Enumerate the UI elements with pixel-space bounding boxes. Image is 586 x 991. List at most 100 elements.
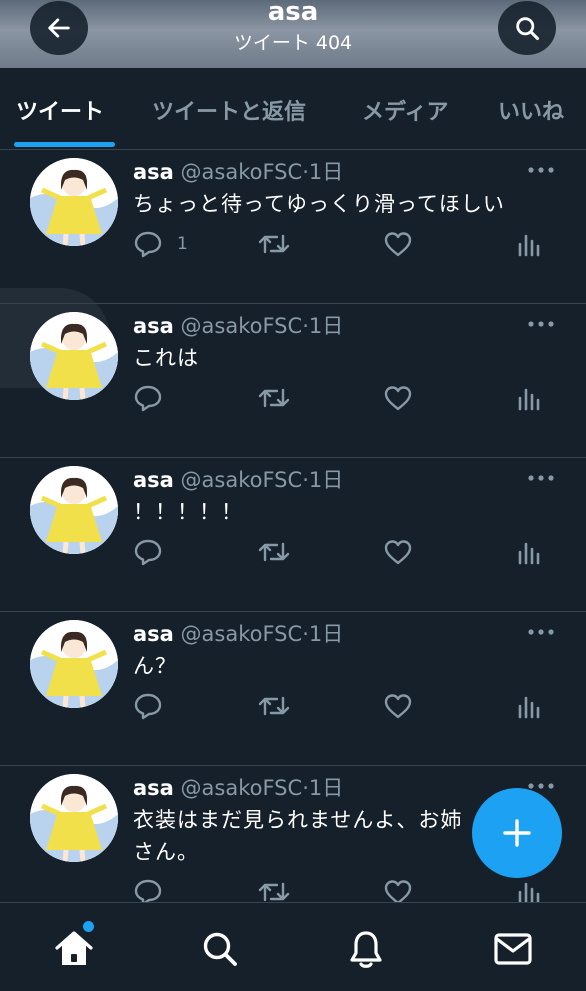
tweet-author-handle[interactable]: @asakoFSC xyxy=(181,622,303,646)
reply-count: 1 xyxy=(177,234,188,254)
tweet-feed[interactable]: asa @asakoFSC·1日 ちょっと待ってゆっくり滑ってほしい 1 asa… xyxy=(0,150,586,902)
bar-chart-icon xyxy=(518,542,540,565)
search-icon xyxy=(203,932,237,966)
tweet-time[interactable]: 1日 xyxy=(309,160,343,184)
retweet-button[interactable] xyxy=(257,230,291,258)
nav-explore[interactable] xyxy=(198,927,242,971)
search-icon xyxy=(516,17,540,41)
avatar[interactable] xyxy=(30,620,118,708)
reply-button[interactable] xyxy=(133,692,177,720)
tweet-separator: · xyxy=(302,160,309,184)
tweet-author-handle[interactable]: @asakoFSC xyxy=(181,468,303,492)
retweet-button[interactable] xyxy=(257,878,291,902)
tweet-author-name[interactable]: asa xyxy=(133,776,174,800)
like-button[interactable] xyxy=(383,538,413,566)
search-button[interactable] xyxy=(498,1,556,55)
tweet-item[interactable]: asa @asakoFSC·1日 ちょっと待ってゆっくり滑ってほしい 1 xyxy=(0,150,586,304)
heart-icon xyxy=(384,694,412,719)
nav-home[interactable] xyxy=(52,927,96,971)
tweet-item[interactable]: asa @asakoFSC·1日 ん？ xyxy=(0,612,586,766)
avatar[interactable] xyxy=(30,312,118,400)
mail-icon xyxy=(494,933,532,965)
retweet-button[interactable] xyxy=(257,538,291,566)
compose-tweet-button[interactable] xyxy=(472,788,562,878)
profile-header: asa ツイート 404 xyxy=(0,0,586,68)
tweet-item[interactable]: asa @asakoFSC·1日 ！！！！！ xyxy=(0,458,586,612)
tweet-header: asa @asakoFSC·1日 xyxy=(133,156,343,186)
tweet-author-name[interactable]: asa xyxy=(133,468,174,492)
tweet-time[interactable]: 1日 xyxy=(309,776,343,800)
retweet-icon xyxy=(258,882,290,902)
more-dots-icon xyxy=(528,321,554,327)
like-button[interactable] xyxy=(383,878,413,902)
like-button[interactable] xyxy=(383,692,413,720)
active-tab-indicator xyxy=(14,142,115,147)
heart-icon xyxy=(384,880,412,902)
bar-chart-icon xyxy=(518,696,540,719)
reply-button[interactable] xyxy=(133,878,177,902)
tweet-header: asa @asakoFSC·1日 xyxy=(133,310,343,340)
avatar[interactable] xyxy=(30,466,118,554)
reply-button[interactable] xyxy=(133,384,177,412)
stats-button[interactable] xyxy=(516,538,544,566)
tweet-time[interactable]: 1日 xyxy=(309,314,343,338)
tab-media[interactable]: メディア xyxy=(362,94,448,126)
tweet-header: asa @asakoFSC·1日 xyxy=(133,772,343,802)
home-icon xyxy=(55,931,93,965)
avatar[interactable] xyxy=(30,158,118,246)
profile-tabs: ツイート ツイートと返信 メディア いいね xyxy=(0,68,586,150)
reply-button[interactable] xyxy=(133,538,177,566)
tweet-author-handle[interactable]: @asakoFSC xyxy=(181,776,303,800)
reply-icon xyxy=(134,879,162,902)
reply-icon xyxy=(134,385,162,412)
tweet-author-handle[interactable]: @asakoFSC xyxy=(181,160,303,184)
tweet-author-handle[interactable]: @asakoFSC xyxy=(181,314,303,338)
retweet-icon xyxy=(258,234,290,254)
tab-likes[interactable]: いいね xyxy=(498,94,564,126)
tweet-more-button[interactable] xyxy=(526,468,556,487)
tweet-text: これは xyxy=(133,346,199,370)
more-dots-icon xyxy=(528,475,554,481)
nav-notifications[interactable] xyxy=(344,927,388,971)
home-unread-dot xyxy=(83,921,94,932)
tweet-more-button[interactable] xyxy=(526,160,556,179)
retweet-button[interactable] xyxy=(257,384,291,412)
tweet-separator: · xyxy=(302,468,309,492)
tweet-item[interactable]: asa @asakoFSC·1日 これは xyxy=(0,304,586,458)
stats-button[interactable] xyxy=(516,878,544,902)
tweet-separator: · xyxy=(302,622,309,646)
reply-button[interactable]: 1 xyxy=(133,230,188,258)
tweet-time[interactable]: 1日 xyxy=(309,622,343,646)
plus-icon xyxy=(503,819,531,847)
tweet-text: ちょっと待ってゆっくり滑ってほしい xyxy=(133,192,505,216)
tweet-author-name[interactable]: asa xyxy=(133,160,174,184)
more-dots-icon xyxy=(528,167,554,173)
nav-messages[interactable] xyxy=(491,927,535,971)
retweet-icon xyxy=(258,696,290,716)
stats-button[interactable] xyxy=(516,692,544,720)
bar-chart-icon xyxy=(518,388,540,411)
tweet-text: 衣装はまだ見られませんよ、お姉さん。 xyxy=(133,808,463,864)
tweet-separator: · xyxy=(302,776,309,800)
tweet-author-name[interactable]: asa xyxy=(133,622,174,646)
tweet-time[interactable]: 1日 xyxy=(309,468,343,492)
reply-icon xyxy=(134,231,162,258)
bar-chart-icon xyxy=(518,234,540,257)
tweet-more-button[interactable] xyxy=(526,314,556,333)
stats-button[interactable] xyxy=(516,230,544,258)
tweet-header: asa @asakoFSC·1日 xyxy=(133,464,343,494)
tab-tweets[interactable]: ツイート xyxy=(16,94,104,126)
tweet-more-button[interactable] xyxy=(526,622,556,641)
more-dots-icon xyxy=(528,629,554,635)
like-button[interactable] xyxy=(383,384,413,412)
like-button[interactable] xyxy=(383,230,413,258)
retweet-button[interactable] xyxy=(257,692,291,720)
bar-chart-icon xyxy=(518,882,540,902)
bell-icon xyxy=(350,931,382,968)
stats-button[interactable] xyxy=(516,384,544,412)
avatar[interactable] xyxy=(30,774,118,862)
tab-tweets-and-replies[interactable]: ツイートと返信 xyxy=(152,94,306,126)
bottom-navigation xyxy=(0,902,586,991)
tweet-separator: · xyxy=(302,314,309,338)
tweet-author-name[interactable]: asa xyxy=(133,314,174,338)
